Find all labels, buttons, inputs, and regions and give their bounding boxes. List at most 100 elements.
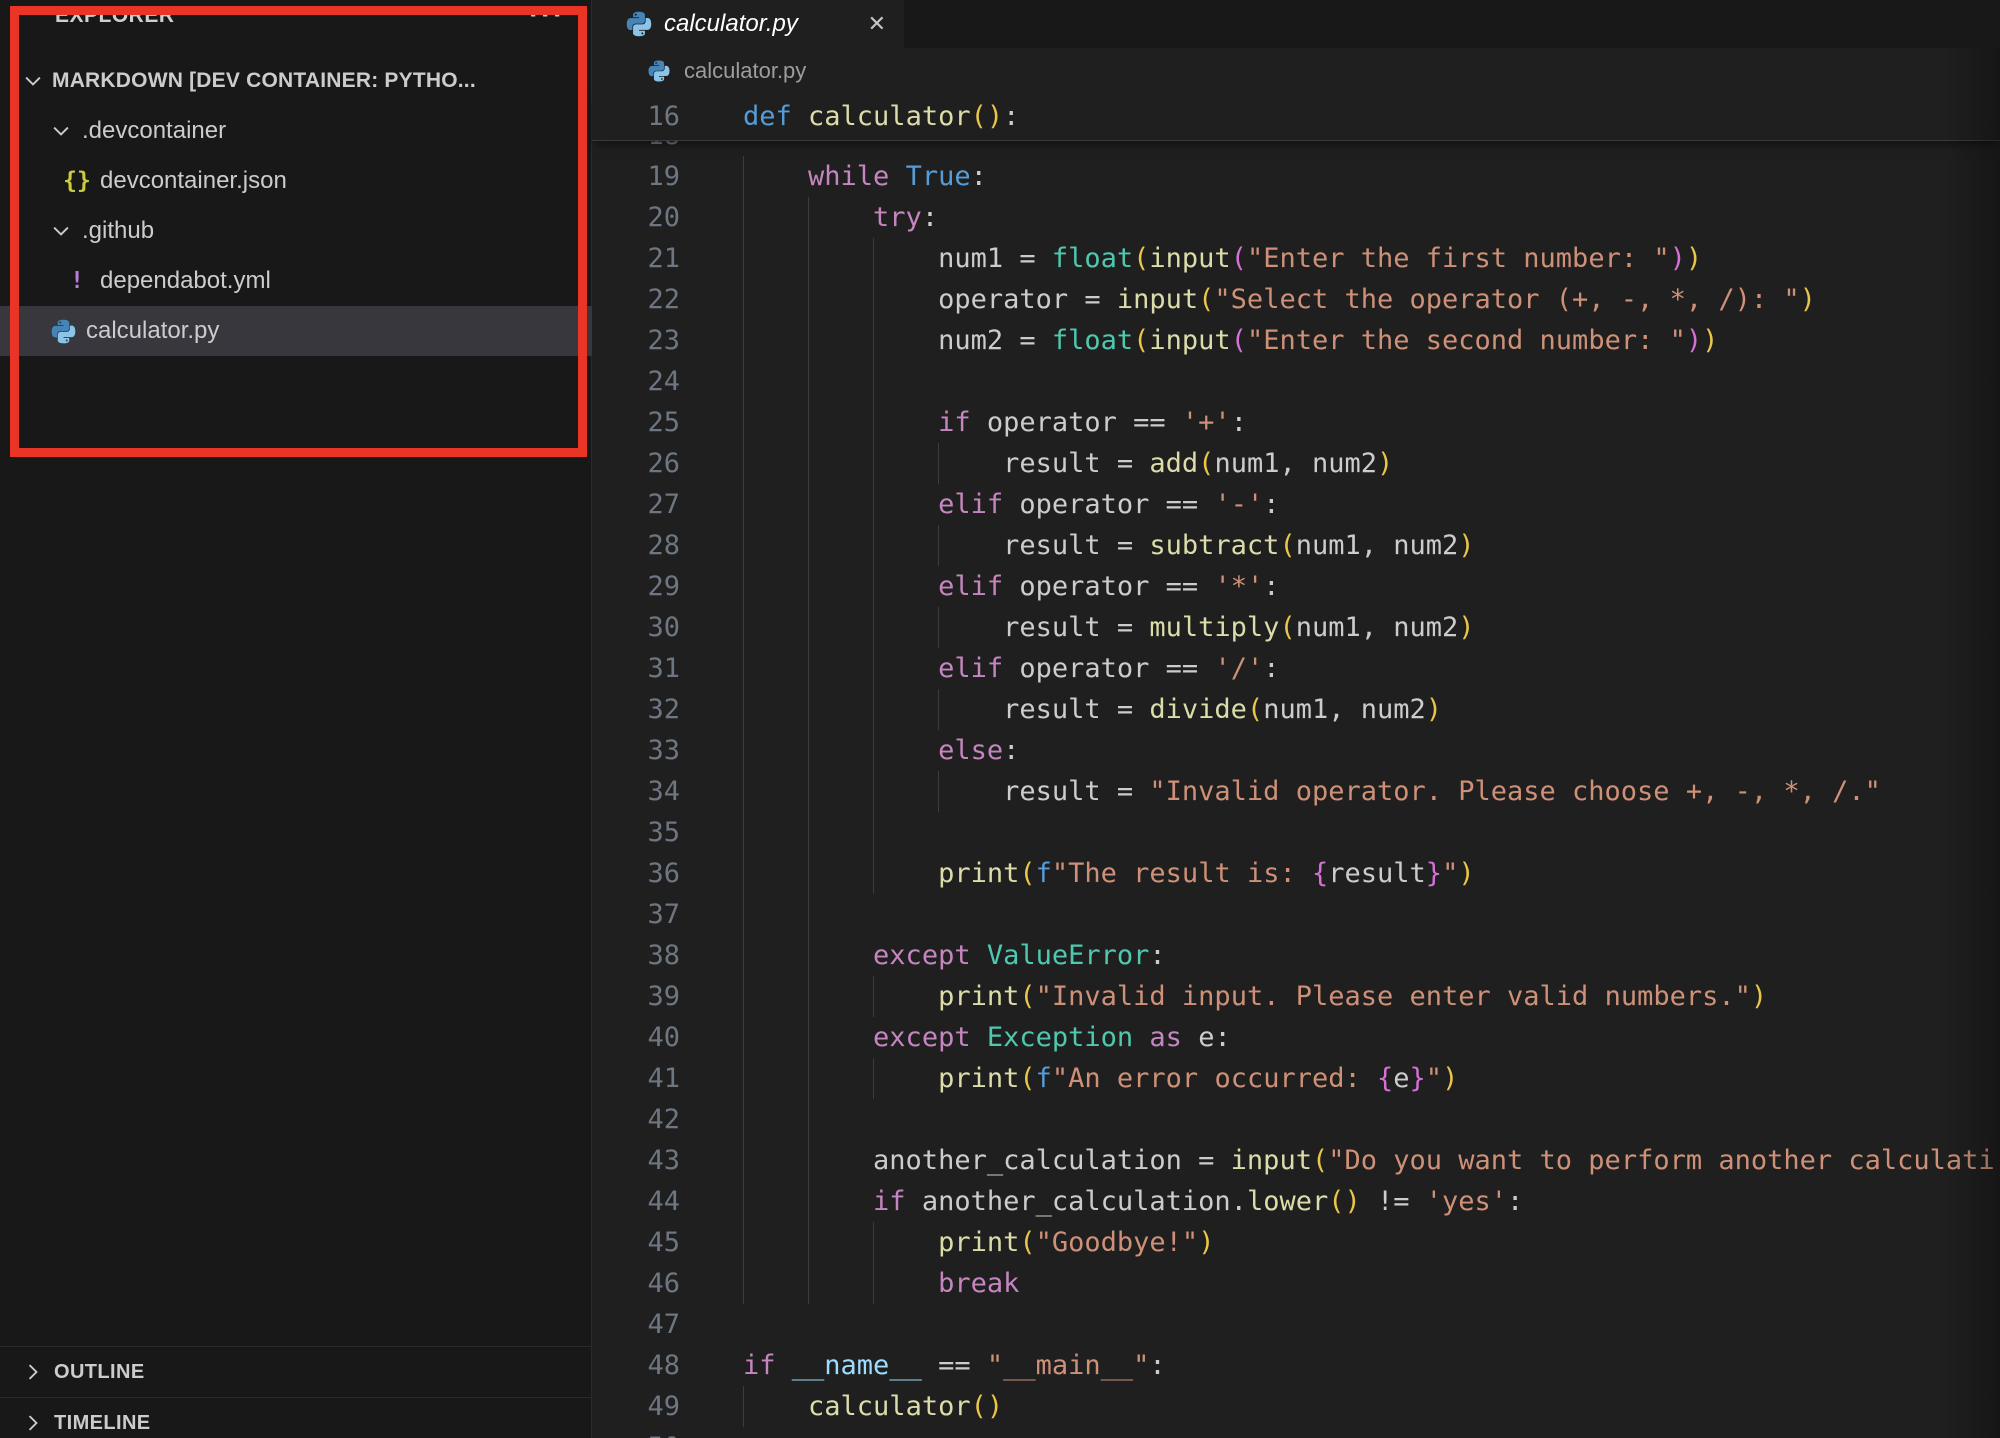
- indent-guide: [743, 1099, 744, 1140]
- item-label: MARKDOWN [DEV CONTAINER: PYTHO...: [52, 69, 476, 93]
- python-icon: [624, 10, 654, 38]
- code-line-40[interactable]: 40 except Exception as e:: [592, 1017, 2000, 1058]
- code-line-43[interactable]: 43 another_calculation = input("Do you w…: [592, 1140, 2000, 1181]
- line-number: 36: [592, 853, 680, 894]
- sidebar-panel-sections: OUTLINE TIMELINE: [0, 1346, 591, 1438]
- line-number: 38: [592, 935, 680, 976]
- more-actions-icon[interactable]: ···: [529, 0, 565, 32]
- code-line-19[interactable]: 19 while True:: [592, 156, 2000, 197]
- code-line-26[interactable]: 26 result = add(num1, num2): [592, 443, 2000, 484]
- line-number: 41: [592, 1058, 680, 1099]
- code-line-22[interactable]: 22 operator = input("Select the operator…: [592, 279, 2000, 320]
- line-number: 47: [592, 1304, 680, 1345]
- code-line-28[interactable]: 28 result = subtract(num1, num2): [592, 525, 2000, 566]
- line-number: 34: [592, 771, 680, 812]
- sidebar-item-devcontainer-json[interactable]: {}devcontainer.json: [0, 156, 653, 206]
- tab-calculator-py[interactable]: calculator.py ✕: [592, 0, 904, 48]
- line-number: 49: [592, 1386, 680, 1427]
- code-line-48[interactable]: 48if __name__ == "__main__":: [592, 1345, 2000, 1386]
- code-line-25[interactable]: 25 if operator == '+':: [592, 402, 2000, 443]
- file-tree: MARKDOWN [DEV CONTAINER: PYTHO....devcon…: [0, 56, 591, 356]
- line-number: 22: [592, 279, 680, 320]
- panel-label: TIMELINE: [54, 1412, 151, 1435]
- indent-guide: [808, 1099, 809, 1140]
- sidebar-item-calculator-py[interactable]: calculator.py: [0, 306, 639, 356]
- code-line-38[interactable]: 38 except ValueError:: [592, 935, 2000, 976]
- breadcrumb-item[interactable]: calculator.py: [684, 58, 806, 84]
- code-line-44[interactable]: 44 if another_calculation.lower() != 'ye…: [592, 1181, 2000, 1222]
- code-line-32[interactable]: 32 result = divide(num1, num2): [592, 689, 2000, 730]
- close-icon[interactable]: ✕: [868, 12, 886, 37]
- line-number: 32: [592, 689, 680, 730]
- line-number: 16: [592, 94, 680, 140]
- item-label: devcontainer.json: [100, 167, 287, 195]
- line-number: 37: [592, 894, 680, 935]
- code-line-42[interactable]: 42: [592, 1099, 2000, 1140]
- indent-guide: [873, 361, 874, 402]
- code-line-47[interactable]: 47: [592, 1304, 2000, 1345]
- sidebar-item-markdown-dev-container-pytho[interactable]: MARKDOWN [DEV CONTAINER: PYTHO...: [0, 56, 611, 106]
- python-icon: [48, 318, 78, 345]
- editor-group: 1819 while True:20 try:21 num1 = float(i…: [592, 0, 2000, 1438]
- sidebar-item-github[interactable]: .github: [0, 206, 639, 256]
- line-number: 40: [592, 1017, 680, 1058]
- code-line-41[interactable]: 41 print(f"An error occurred: {e}"): [592, 1058, 2000, 1099]
- code-text: num1 = float(input("Enter the first numb…: [743, 238, 1702, 279]
- code-line-36[interactable]: 36 print(f"The result is: {result}"): [592, 853, 2000, 894]
- code-text: break: [743, 1263, 1019, 1304]
- code-line-23[interactable]: 23 num2 = float(input("Enter the second …: [592, 320, 2000, 361]
- code-line-29[interactable]: 29 elif operator == '*':: [592, 566, 2000, 607]
- code-line-34[interactable]: 34 result = "Invalid operator. Please ch…: [592, 771, 2000, 812]
- vscode-window: EXPLORER ··· MARKDOWN [DEV CONTAINER: PY…: [0, 0, 2000, 1438]
- code-text: if operator == '+':: [743, 402, 1247, 443]
- indent-guide: [743, 812, 744, 853]
- sidebar-item-devcontainer[interactable]: .devcontainer: [0, 106, 639, 156]
- line-number: 30: [592, 607, 680, 648]
- code-line-37[interactable]: 37: [592, 894, 2000, 935]
- code-text: result = divide(num1, num2): [743, 689, 1442, 730]
- chevron-down-icon[interactable]: [48, 120, 74, 142]
- line-number: 48: [592, 1345, 680, 1386]
- sidebar-item-dependabot-yml[interactable]: !dependabot.yml: [0, 256, 653, 306]
- code-text: another_calculation = input("Do you want…: [743, 1140, 1995, 1181]
- code-line-30[interactable]: 30 result = multiply(num1, num2): [592, 607, 2000, 648]
- item-label: calculator.py: [86, 317, 219, 345]
- chevron-down-icon[interactable]: [20, 70, 46, 92]
- sticky-scroll-line[interactable]: 16def calculator():: [592, 94, 2000, 141]
- code-line-49[interactable]: 49 calculator(): [592, 1386, 2000, 1427]
- code-line-50[interactable]: 50: [592, 1427, 2000, 1438]
- tab-bar: calculator.py ✕: [592, 0, 2000, 48]
- explorer-header: EXPLORER ···: [0, 0, 591, 48]
- line-number: 28: [592, 525, 680, 566]
- code-line-21[interactable]: 21 num1 = float(input("Enter the first n…: [592, 238, 2000, 279]
- line-number: 24: [592, 361, 680, 402]
- line-number: 27: [592, 484, 680, 525]
- code-line-27[interactable]: 27 elif operator == '-':: [592, 484, 2000, 525]
- line-number: 39: [592, 976, 680, 1017]
- code-text: if another_calculation.lower() != 'yes':: [743, 1181, 1523, 1222]
- code-line-33[interactable]: 33 else:: [592, 730, 2000, 771]
- code-line-45[interactable]: 45 print("Goodbye!"): [592, 1222, 2000, 1263]
- chevron-right-icon: [20, 1412, 46, 1434]
- code-line-31[interactable]: 31 elif operator == '/':: [592, 648, 2000, 689]
- indent-guide: [873, 812, 874, 853]
- code-text: operator = input("Select the operator (+…: [743, 279, 1816, 320]
- panel-label: OUTLINE: [54, 1361, 145, 1384]
- code-line-35[interactable]: 35: [592, 812, 2000, 853]
- line-number: 31: [592, 648, 680, 689]
- line-number: 25: [592, 402, 680, 443]
- code-editor[interactable]: 1819 while True:20 try:21 num1 = float(i…: [592, 0, 2000, 1438]
- code-text: calculator(): [743, 1386, 1003, 1427]
- panel-header-outline[interactable]: OUTLINE: [0, 1346, 591, 1397]
- chevron-down-icon[interactable]: [48, 220, 74, 242]
- code-line-20[interactable]: 20 try:: [592, 197, 2000, 238]
- line-number: 20: [592, 197, 680, 238]
- panel-header-timeline[interactable]: TIMELINE: [0, 1397, 591, 1438]
- code-line-46[interactable]: 46 break: [592, 1263, 2000, 1304]
- code-text: except Exception as e:: [743, 1017, 1231, 1058]
- code-text: result = subtract(num1, num2): [743, 525, 1475, 566]
- code-line-39[interactable]: 39 print("Invalid input. Please enter va…: [592, 976, 2000, 1017]
- code-text: elif operator == '*':: [743, 566, 1279, 607]
- python-icon: [644, 59, 674, 83]
- code-line-24[interactable]: 24: [592, 361, 2000, 402]
